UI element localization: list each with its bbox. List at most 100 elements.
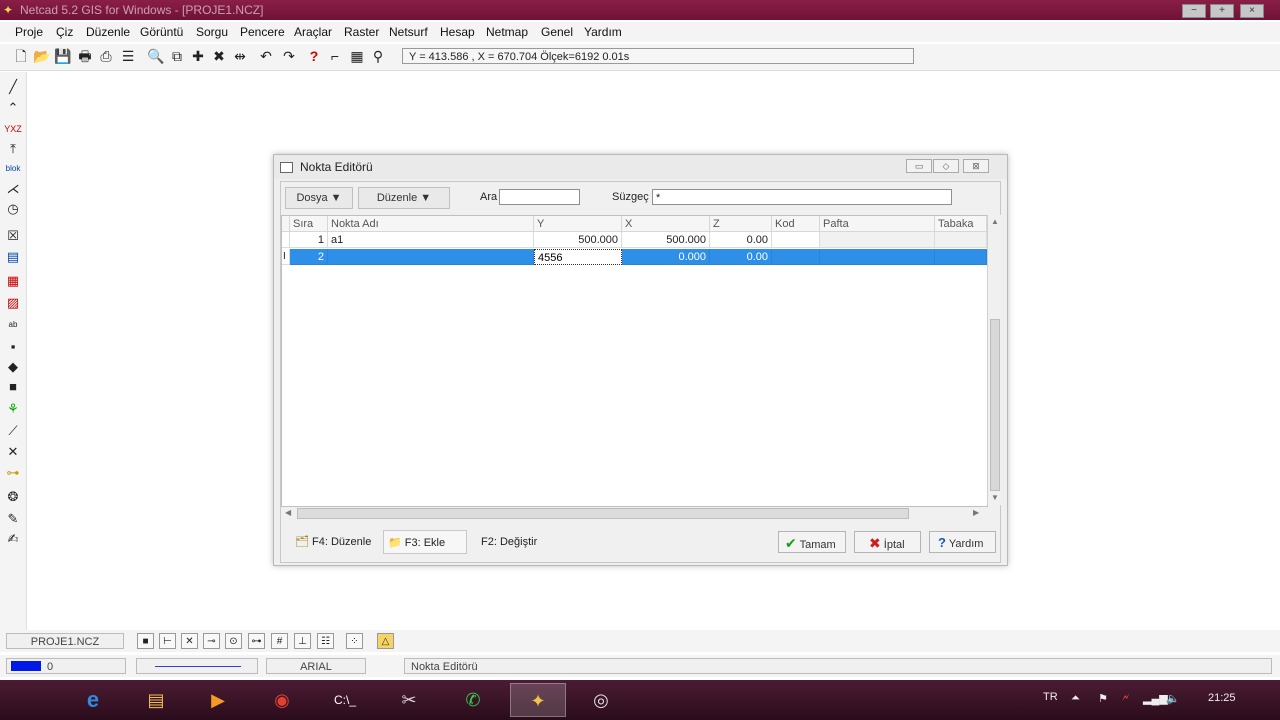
table-cell-y[interactable]: 500.000 <box>534 232 622 248</box>
snap-point-icon[interactable]: ■ <box>137 633 154 649</box>
table-cell-z[interactable]: 0.00 <box>710 232 772 248</box>
ara-input[interactable] <box>499 189 580 205</box>
f2-change-button[interactable]: F2: Değiştir <box>477 530 547 554</box>
circle-icon[interactable]: ◷ <box>4 200 22 218</box>
menu-hesap[interactable]: Hesap <box>440 25 475 39</box>
polyline-draw-icon[interactable]: ⌃ <box>4 99 22 117</box>
find-icon[interactable]: ⚲ <box>369 47 387 65</box>
col-header-tabaka[interactable]: Tabaka <box>935 216 987 232</box>
horizontal-scrollbar[interactable]: ◀ ▶ <box>281 507 986 519</box>
table-cell-pafta[interactable] <box>820 232 935 248</box>
grid-icon[interactable]: ▦ <box>348 47 366 65</box>
trim-icon[interactable]: ⇹ <box>231 47 249 65</box>
pan-icon[interactable]: ✚ <box>189 47 207 65</box>
help-button[interactable]: ? Yardım <box>929 531 996 553</box>
plot-icon[interactable]: 🖶 <box>76 47 94 65</box>
power-icon[interactable]: 🗲 <box>1122 692 1129 705</box>
dialog-close-button[interactable]: ⊠ <box>963 159 989 173</box>
menu-duzenle[interactable]: Düzenle <box>86 25 130 39</box>
menu-araclar[interactable]: Araçlar <box>294 25 332 39</box>
media-player-icon[interactable]: ▶ <box>195 683 241 717</box>
table-cell-pafta[interactable] <box>820 249 935 265</box>
points-grid[interactable]: Sıra Nokta Adı Y X Z Kod Pafta Tabaka 1 … <box>281 215 988 507</box>
table-cell-x[interactable]: 500.000 <box>622 232 710 248</box>
font-field[interactable]: ARIAL <box>266 658 366 674</box>
chrome-icon[interactable]: ◉ <box>259 683 305 717</box>
snap-square-icon[interactable]: ■ <box>4 378 22 396</box>
network-signal-icon[interactable]: ▂▄▆ <box>1143 692 1168 705</box>
language-indicator[interactable]: TR <box>1043 691 1058 703</box>
table-cell-tabaka[interactable] <box>935 232 987 248</box>
grid-toggle-icon[interactable]: # <box>271 633 288 649</box>
text-label-icon[interactable]: ab <box>4 316 22 334</box>
new-file-icon[interactable]: 🗋 <box>12 47 30 65</box>
col-header-pafta[interactable]: Pafta <box>820 216 935 232</box>
clock[interactable]: 21:25 <box>1208 692 1236 704</box>
netcad-task-icon[interactable]: ✦ <box>510 683 566 717</box>
table-cell-z[interactable]: 0.00 <box>710 249 772 265</box>
minimize-button[interactable]: − <box>1182 4 1206 18</box>
horizontal-scroll-thumb[interactable] <box>297 508 909 519</box>
table-cell-y-editor[interactable]: 4556 <box>534 249 622 265</box>
close-button[interactable]: × <box>1240 4 1264 18</box>
col-header-nokta-adi[interactable]: Nokta Adı <box>328 216 534 232</box>
grid-cell-icon[interactable]: ▦ <box>4 272 22 290</box>
table-cell-tabaka[interactable] <box>935 249 987 265</box>
table-cell-sira[interactable]: 2 <box>290 249 328 265</box>
point-xyz-icon[interactable]: YXZ <box>4 120 22 138</box>
undo-icon[interactable]: ↶ <box>257 47 275 65</box>
f3-add-button[interactable]: 📁 F3: Ekle <box>383 530 467 554</box>
menu-sorgu[interactable]: Sorgu <box>196 25 228 39</box>
brush-icon[interactable]: ✎ <box>4 510 22 528</box>
scroll-up-icon[interactable]: ▲ <box>991 217 999 226</box>
menu-proje[interactable]: Proje <box>15 25 43 39</box>
vertical-scrollbar[interactable]: ▲ ▼ <box>987 215 1001 505</box>
scroll-down-icon[interactable]: ▼ <box>991 493 999 502</box>
whatsapp-icon[interactable]: ✆ <box>450 683 496 717</box>
command-prompt-icon[interactable]: C:\_ <box>322 683 368 717</box>
cross-icon[interactable]: ✕ <box>4 443 22 461</box>
action-center-flag-icon[interactable]: ⚑ <box>1098 692 1108 705</box>
arc-icon[interactable]: ⋌ <box>4 180 22 198</box>
scroll-right-icon[interactable]: ▶ <box>973 508 979 517</box>
block-icon[interactable]: blok <box>4 160 22 178</box>
dimension-icon[interactable]: ⊶ <box>4 464 22 482</box>
show-hidden-icons-icon[interactable]: ⏶ <box>1071 692 1080 705</box>
duzenle-dropdown[interactable]: Düzenle ▼ <box>358 187 450 209</box>
col-header-y[interactable]: Y <box>534 216 622 232</box>
table-cell-kod[interactable] <box>772 249 820 265</box>
table-cell-kod[interactable] <box>772 232 820 248</box>
col-header-x[interactable]: X <box>622 216 710 232</box>
point-pick-icon[interactable]: ⤒ <box>4 140 22 158</box>
object-icon[interactable]: ❂ <box>4 488 22 506</box>
open-folder-icon[interactable]: 📂 <box>33 47 51 65</box>
layer-field[interactable]: 0 <box>6 658 126 674</box>
layout-icon[interactable]: ⁘ <box>346 633 363 649</box>
snap-line-icon[interactable]: ⊢ <box>159 633 176 649</box>
menu-netsurf[interactable]: Netsurf <box>389 25 428 39</box>
menu-goruntu[interactable]: Görüntü <box>140 25 183 39</box>
menu-raster[interactable]: Raster <box>344 25 379 39</box>
list-icon[interactable]: ☰ <box>119 47 137 65</box>
line-icon[interactable]: ╱ <box>4 78 22 96</box>
maximize-button[interactable]: + <box>1210 4 1234 18</box>
cancel-button[interactable]: ✖ İptal <box>854 531 921 553</box>
save-icon[interactable]: 💾 <box>54 47 72 65</box>
ortho-icon[interactable]: ⊥ <box>294 633 311 649</box>
volume-icon[interactable]: 🔈 <box>1166 692 1180 705</box>
file-explorer-icon[interactable]: ▤ <box>133 683 179 717</box>
zoom-icon[interactable]: 🔍 <box>147 47 165 65</box>
dialog-minimize-button[interactable]: ▭ <box>906 159 932 173</box>
row-indicator[interactable] <box>282 232 290 248</box>
printer-icon[interactable]: ⎙ <box>97 47 115 65</box>
table-cell-sira[interactable]: 1 <box>290 232 328 248</box>
zoom-window-icon[interactable]: ⧉ <box>168 47 186 65</box>
snap-center-icon[interactable]: ⊙ <box>225 633 242 649</box>
table-cell-ad[interactable] <box>328 249 534 265</box>
internet-explorer-icon[interactable]: e <box>70 683 116 717</box>
snap-mid-icon-2[interactable]: ⊶ <box>248 633 265 649</box>
dialog-restore-button[interactable]: ◇ <box>933 159 959 173</box>
col-header-sira[interactable]: Sıra <box>290 216 328 232</box>
col-header-kod[interactable]: Kod <box>772 216 820 232</box>
hatch-icon[interactable]: ▨ <box>4 294 22 312</box>
